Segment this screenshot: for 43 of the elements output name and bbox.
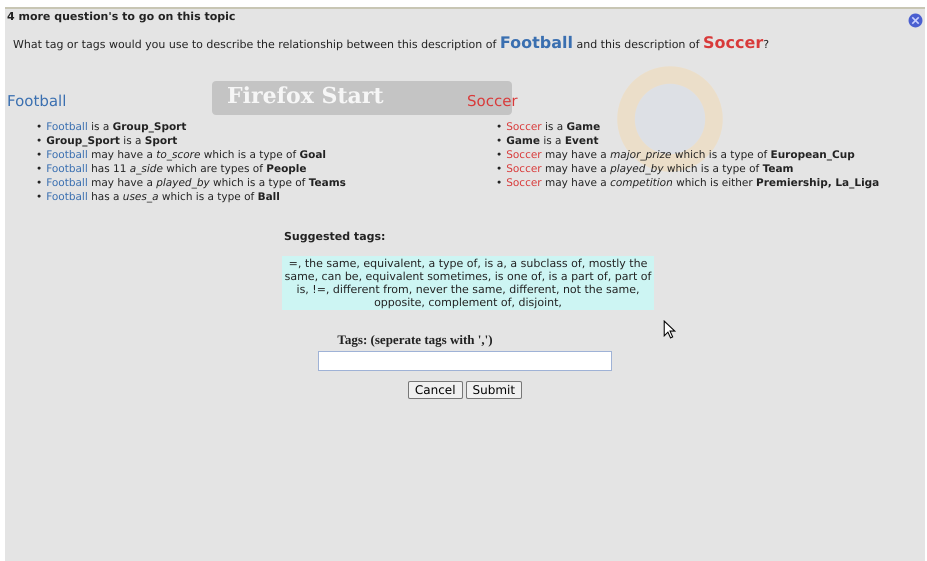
fact-item: Football has a uses_a which is a type of Ball [46,190,280,204]
fact-item: Football is a Group_Sport [46,120,186,134]
question-text: What tag or tags would you use to describe the relationship between this description of Football and this description of Soccer? [13,33,770,52]
topic-link[interactable]: Soccer [506,149,542,161]
tags-label: Tags: (seperate tags with ',') [337,332,493,348]
topic-link[interactable]: Football [46,163,88,175]
suggested-tags-label: Suggested tags: [284,230,386,243]
fact-item: Soccer may have a competition which is either Premiership, La_Liga [506,176,880,190]
suggested-tags-text: =, the same, equivalent, a type of, is a, a subclass of, mostly the same, can be, equivalent sometimes, is one of, is a part of, part of is, !=, different from, never the same, different, not the same, opposite, complement of, disjoint, [282,256,654,310]
fact-item: Game is a Event [506,134,598,148]
bullet: • [36,162,42,176]
mouse-pointer-icon [663,320,676,339]
description-heading: Soccer [466,92,518,110]
tags-input-field[interactable] [318,351,612,371]
bullet: • [496,162,502,176]
dialog-button[interactable]: Submit [466,381,522,399]
fact-item: Football may have a to_score which is a type of Goal [46,148,326,162]
header-title: 4 more question's to go on this topic [7,10,236,22]
fact-item: Soccer is a Game [506,120,600,134]
bullet: • [36,120,42,134]
topic-link[interactable]: Football [46,191,88,203]
topic-link[interactable]: Soccer [506,177,542,189]
bullet: • [496,120,502,134]
bullet: • [36,190,42,204]
fact-item: Soccer may have a major_prize which is a type of European_Cup [506,148,855,162]
bullet: • [36,176,42,190]
bullet: • [496,134,502,148]
close-icon[interactable] [908,12,923,28]
bullet: • [36,148,42,162]
fact-item: Group_Sport is a Sport [46,134,178,148]
bullet: • [36,134,42,148]
fact-item: Football may have a played_by which is a type of Teams [46,176,346,190]
fact-item: Football has 11 a_side which are types of People [46,162,307,176]
description-heading: Football [6,92,66,110]
topic-link[interactable]: Soccer [506,163,542,175]
bullet: • [496,148,502,162]
dialog-button[interactable]: Cancel [408,381,463,399]
topic-link[interactable]: Soccer [506,121,542,133]
fact-item: Soccer may have a played_by which is a type of Team [506,162,794,176]
topic-link[interactable]: Football [46,149,88,161]
topic-link[interactable]: Football [46,121,88,133]
bullet: • [496,176,502,190]
topic-link[interactable]: Football [46,177,88,189]
